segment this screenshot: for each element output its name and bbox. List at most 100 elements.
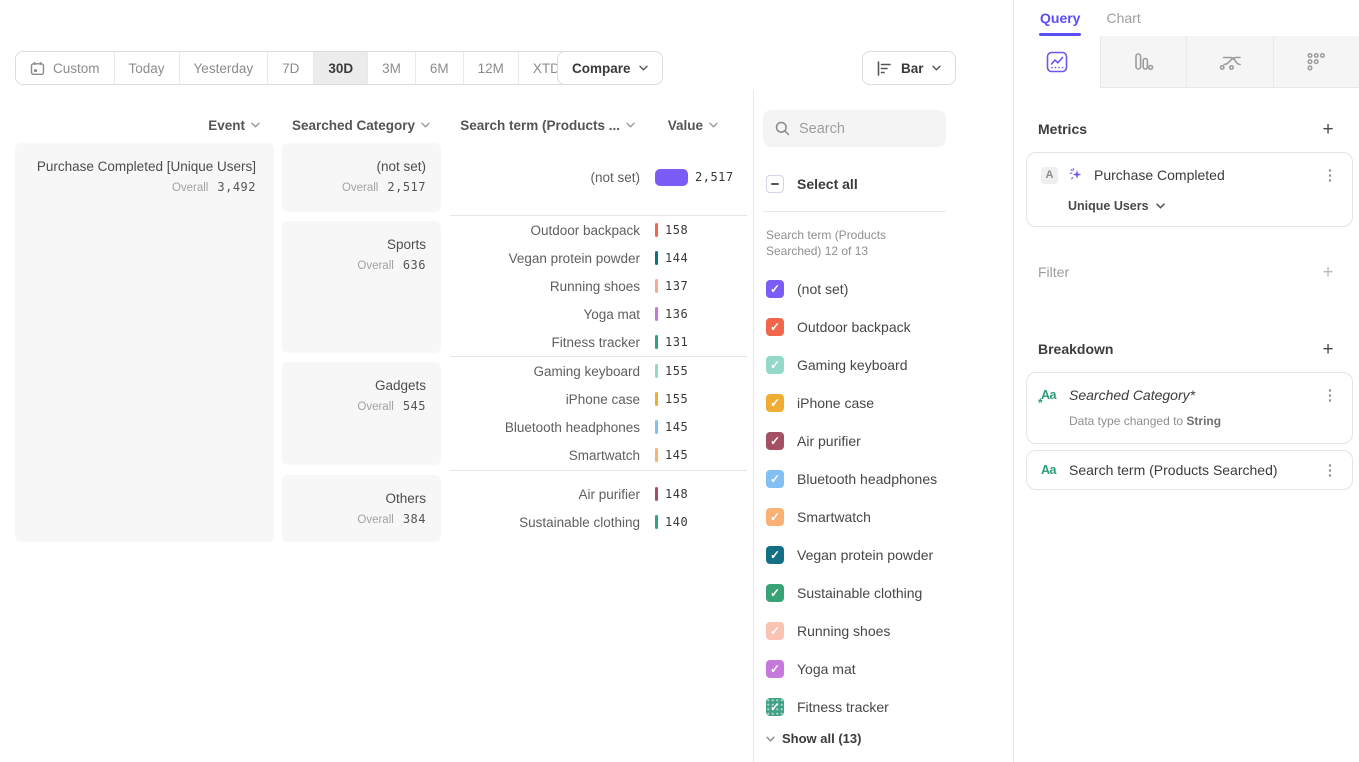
- category-card-others[interactable]: Others Overall384: [282, 475, 441, 542]
- bar-fitness-tracker[interactable]: [655, 335, 658, 349]
- overall-label: Overall: [357, 260, 393, 272]
- column-header-searched-category[interactable]: Searched Category: [266, 115, 430, 135]
- report-type-tabs: [1014, 36, 1359, 88]
- legend-search[interactable]: [763, 110, 946, 147]
- select-all-checkbox[interactable]: [766, 175, 784, 193]
- bar-outdoor-backpack[interactable]: [655, 223, 658, 237]
- chevron-down-icon: [251, 122, 260, 128]
- search-input[interactable]: [799, 121, 929, 137]
- term-row-sustainable-clothing: Sustainable clothing 140: [440, 508, 688, 536]
- checkbox-not-set[interactable]: [766, 280, 784, 298]
- breakdown-card-search-term[interactable]: Aa Search term (Products Searched): [1026, 450, 1353, 490]
- bar-running-shoes[interactable]: [655, 279, 658, 293]
- tab-insights[interactable]: [1014, 36, 1100, 88]
- add-filter-button[interactable]: [1317, 261, 1339, 283]
- add-metric-button[interactable]: [1317, 118, 1339, 140]
- checkbox-vegan-protein-powder[interactable]: [766, 546, 784, 564]
- show-all-toggle[interactable]: Show all (13): [766, 731, 861, 746]
- category-card-sports[interactable]: Sports Overall636: [282, 221, 441, 353]
- breakdown-section-header: Breakdown: [1014, 338, 1359, 360]
- legend-item-sustainable-clothing[interactable]: Sustainable clothing: [766, 574, 937, 612]
- bar-vegan-protein-powder[interactable]: [655, 251, 658, 265]
- term-value: 145: [665, 448, 688, 462]
- legend-item-gaming-keyboard[interactable]: Gaming keyboard: [766, 346, 937, 384]
- tab-funnels[interactable]: [1100, 36, 1187, 88]
- event-sparkle-icon: [1068, 167, 1084, 183]
- breakdown-card-searched-category[interactable]: Aa Searched Category* Data type changed …: [1026, 372, 1353, 444]
- breakdown-options-kebab-icon[interactable]: [1322, 386, 1338, 404]
- bar-smartwatch[interactable]: [655, 448, 658, 462]
- filter-heading: Filter: [1038, 264, 1069, 280]
- tab-chart[interactable]: Chart: [1093, 0, 1153, 36]
- bar-not-set[interactable]: [655, 169, 688, 186]
- term-row-gaming-keyboard: Gaming keyboard 155: [440, 357, 688, 385]
- select-all-row[interactable]: Select all: [766, 175, 858, 193]
- select-all-label: Select all: [797, 176, 858, 192]
- legend-item-fitness-tracker[interactable]: Fitness tracker: [766, 688, 937, 726]
- date-preset-6m[interactable]: 6M: [415, 52, 463, 84]
- event-title: Purchase Completed [Unique Users]: [33, 158, 256, 176]
- date-preset-yesterday[interactable]: Yesterday: [179, 52, 268, 84]
- checkbox-bluetooth-headphones[interactable]: [766, 470, 784, 488]
- date-preset-label: 6M: [430, 61, 449, 76]
- breakdown-property-name: Searched Category*: [1069, 387, 1312, 403]
- checkbox-smartwatch[interactable]: [766, 508, 784, 526]
- bar-air-purifier[interactable]: [655, 487, 658, 501]
- date-preset-today[interactable]: Today: [114, 52, 179, 84]
- column-header-search-term[interactable]: Search term (Products ...: [426, 115, 635, 135]
- bar-iphone-case[interactable]: [655, 392, 658, 406]
- legend-item-yoga-mat[interactable]: Yoga mat: [766, 650, 937, 688]
- date-preset-7d[interactable]: 7D: [267, 52, 313, 84]
- legend-item-running-shoes[interactable]: Running shoes: [766, 612, 937, 650]
- date-preset-30d-selected[interactable]: 30D: [313, 52, 367, 84]
- legend-item-vegan-protein-powder[interactable]: Vegan protein powder: [766, 536, 937, 574]
- checkbox-iphone-case[interactable]: [766, 394, 784, 412]
- checkbox-outdoor-backpack[interactable]: [766, 318, 784, 336]
- legend-item-label: iPhone case: [797, 395, 874, 411]
- metric-card[interactable]: A Purchase Completed Unique Users: [1026, 152, 1353, 227]
- tab-retention[interactable]: [1273, 36, 1359, 88]
- term-label: Running shoes: [440, 279, 640, 294]
- breakdown-heading: Breakdown: [1038, 341, 1113, 357]
- checkbox-yoga-mat[interactable]: [766, 660, 784, 678]
- legend-item-outdoor-backpack[interactable]: Outdoor backpack: [766, 308, 937, 346]
- term-row-running-shoes: Running shoes 137: [440, 272, 688, 300]
- category-card-gadgets[interactable]: Gadgets Overall545: [282, 362, 441, 465]
- chart-type-button[interactable]: Bar: [862, 51, 956, 85]
- column-header-value[interactable]: Value: [640, 115, 718, 135]
- add-breakdown-button[interactable]: [1317, 338, 1339, 360]
- legend-item-label: (not set): [797, 281, 848, 297]
- category-card-not-set[interactable]: (not set) Overall2,517: [282, 143, 441, 212]
- note-value: String: [1186, 414, 1221, 428]
- checkbox-air-purifier[interactable]: [766, 432, 784, 450]
- date-preset-3m[interactable]: 3M: [367, 52, 415, 84]
- bar-bluetooth-headphones[interactable]: [655, 420, 658, 434]
- checkbox-running-shoes[interactable]: [766, 622, 784, 640]
- search-icon: [775, 121, 790, 136]
- checkbox-sustainable-clothing[interactable]: [766, 584, 784, 602]
- compare-button[interactable]: Compare: [557, 51, 663, 85]
- checkbox-fitness-tracker[interactable]: [766, 698, 784, 716]
- tab-flows[interactable]: [1186, 36, 1273, 88]
- date-preset-12m[interactable]: 12M: [463, 52, 518, 84]
- legend-item-not-set[interactable]: (not set): [766, 270, 937, 308]
- bar-gaming-keyboard[interactable]: [655, 364, 658, 378]
- legend-item-smartwatch[interactable]: Smartwatch: [766, 498, 937, 536]
- bar-sustainable-clothing[interactable]: [655, 515, 658, 529]
- metric-options-kebab-icon[interactable]: [1322, 166, 1338, 184]
- legend-item-iphone-case[interactable]: iPhone case: [766, 384, 937, 422]
- aggregation-selector[interactable]: Unique Users: [1068, 199, 1338, 213]
- term-label: Yoga mat: [440, 307, 640, 322]
- bar-yoga-mat[interactable]: [655, 307, 658, 321]
- category-name: (not set): [297, 158, 426, 176]
- column-header-event[interactable]: Event: [150, 115, 260, 135]
- breakdown-options-kebab-icon[interactable]: [1322, 461, 1338, 479]
- legend-item-air-purifier[interactable]: Air purifier: [766, 422, 937, 460]
- term-label: Gaming keyboard: [440, 364, 640, 379]
- legend-item-bluetooth-headphones[interactable]: Bluetooth headphones: [766, 460, 937, 498]
- tab-query[interactable]: Query: [1027, 0, 1093, 36]
- event-card[interactable]: Purchase Completed [Unique Users] Overal…: [15, 143, 274, 542]
- column-header-label: Search term (Products ...: [460, 118, 620, 133]
- checkbox-gaming-keyboard[interactable]: [766, 356, 784, 374]
- date-preset-custom[interactable]: Custom: [16, 52, 114, 84]
